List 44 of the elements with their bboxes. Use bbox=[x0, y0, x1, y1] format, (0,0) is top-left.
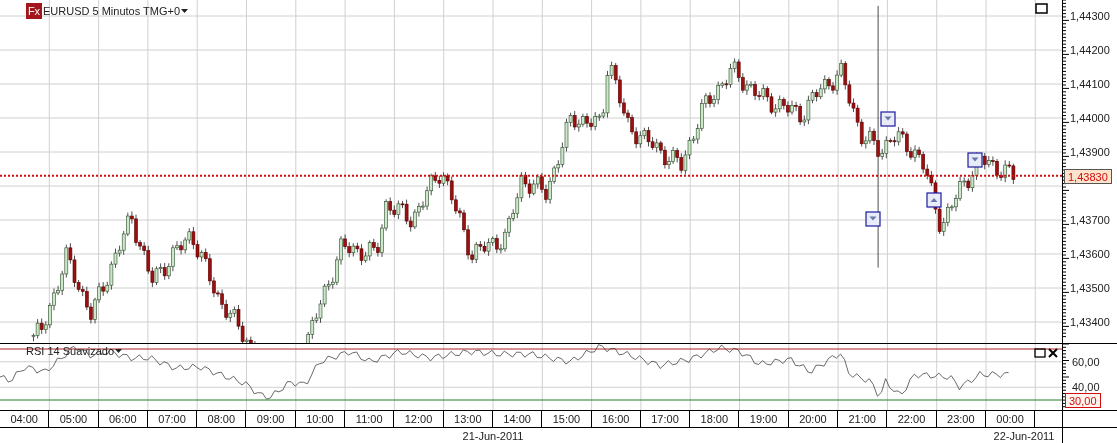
time-label: 00:00 bbox=[985, 411, 1036, 427]
time-label: 07:00 bbox=[147, 411, 198, 427]
maximize-icon[interactable] bbox=[1034, 348, 1046, 358]
price-label: 1,44100 bbox=[1070, 78, 1110, 90]
rsi-label: 60,00 bbox=[1072, 355, 1100, 368]
price-label: 1,44200 bbox=[1070, 44, 1110, 56]
price-label: 1,43500 bbox=[1070, 282, 1110, 294]
level-tag: 30,00 bbox=[1065, 393, 1101, 408]
price-label: 1,43900 bbox=[1070, 146, 1110, 158]
time-label: 21:00 bbox=[838, 411, 888, 427]
time-label: 11:00 bbox=[345, 411, 395, 427]
time-label: 14:00 bbox=[492, 411, 543, 427]
time-label: 18:00 bbox=[690, 411, 740, 427]
time-label: 15:00 bbox=[542, 411, 592, 427]
time-label: 16:00 bbox=[591, 411, 641, 427]
time-label: 23:00 bbox=[936, 411, 986, 427]
indicator-title[interactable]: RSI 14 Suavizado bbox=[26, 345, 115, 357]
time-label: 08:00 bbox=[197, 411, 247, 427]
time-label: 19:00 bbox=[739, 411, 789, 427]
time-label: 04:00 bbox=[0, 411, 50, 427]
time-label: 20:00 bbox=[788, 411, 839, 427]
price-label: 1,43600 bbox=[1070, 248, 1110, 260]
time-label: 13:00 bbox=[443, 411, 493, 427]
time-label: 10:00 bbox=[295, 411, 346, 427]
price-label: 1,43400 bbox=[1070, 316, 1110, 328]
date-label: 21-Jun-2011 bbox=[461, 428, 525, 443]
caret-icon[interactable] bbox=[181, 9, 189, 13]
time-label: 17:00 bbox=[640, 411, 691, 427]
rsi-label: 40,00 bbox=[1072, 381, 1100, 394]
current-price-tag: 1,43830 bbox=[1064, 169, 1112, 184]
price-label: 1,44000 bbox=[1070, 112, 1110, 124]
time-label: 05:00 bbox=[49, 411, 99, 427]
price-label: 1,43700 bbox=[1070, 214, 1110, 226]
fx-logo: Fx bbox=[26, 3, 42, 19]
time-label: 06:00 bbox=[98, 411, 148, 427]
time-label: 12:00 bbox=[394, 411, 444, 427]
time-label: 09:00 bbox=[246, 411, 296, 427]
date-label: 22-Jun-2011 bbox=[986, 428, 1063, 443]
chart-title[interactable]: EURUSD 5 Minutos TMG+0 bbox=[43, 5, 181, 17]
close-icon[interactable] bbox=[1048, 348, 1058, 358]
price-label: 1,44300 bbox=[1070, 10, 1110, 22]
caret-icon[interactable] bbox=[115, 349, 123, 353]
maximize-icon[interactable] bbox=[1035, 3, 1048, 14]
time-label: 22:00 bbox=[887, 411, 937, 427]
